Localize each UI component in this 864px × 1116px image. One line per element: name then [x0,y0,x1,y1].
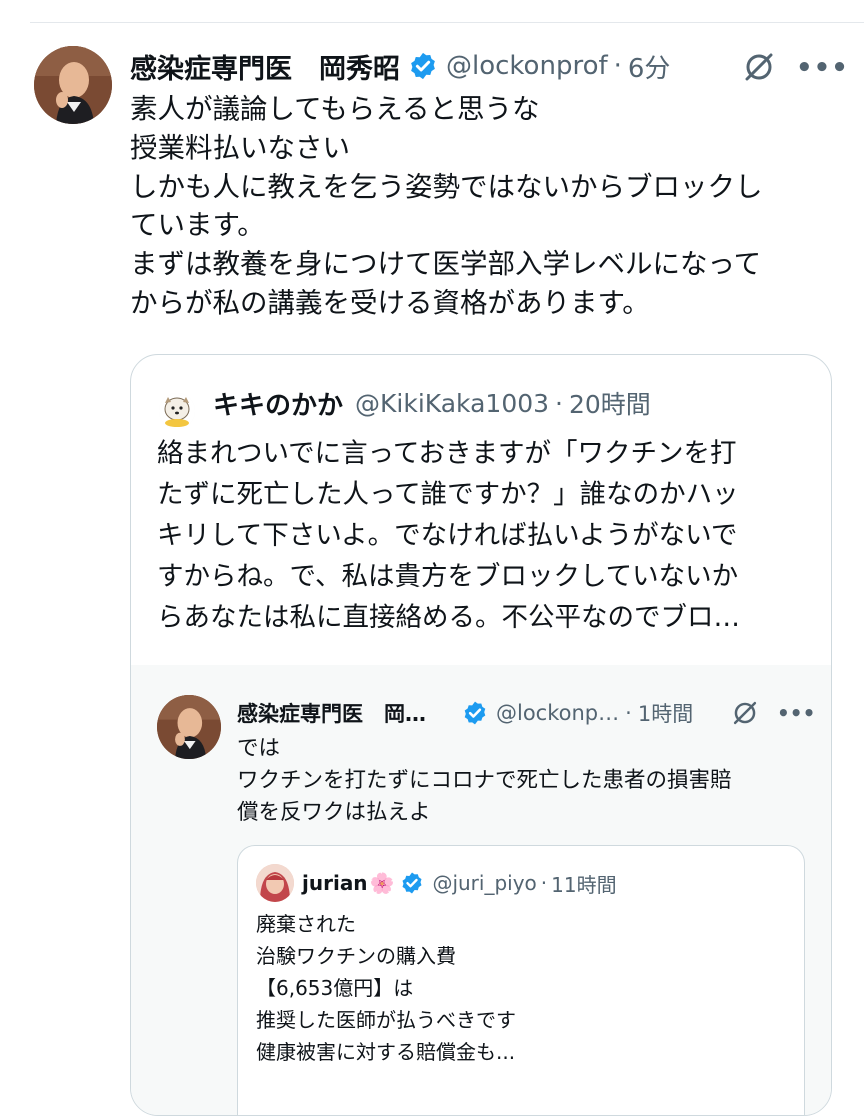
timestamp[interactable]: 6分 [628,48,671,85]
grok-icon[interactable] [731,699,759,727]
grok-icon[interactable] [742,50,776,84]
quoted-text-line: らあなたは私に直接絡める。不公平なのでブロ… [157,602,740,633]
tweet-header: 感染症専門医 岡秀昭 @lockonprof · 6分 [130,44,670,88]
quoted-text-line: たずに死亡した人って誰ですか？」誰なのかハッ [157,479,739,510]
tweet-text-line: しかも人に教えを乞う姿勢ではないからブロックし [130,170,763,203]
quoted-tweet-text: 絡まれついでに言っておきますが「ワクチンを打 たずに死亡した人って誰ですか？」誰… [157,433,817,638]
inner-tweet-text: では ワクチンを打たずにコロナで死亡した患者の損害賠 償を反ワクは払えよ [237,733,817,829]
quoted-text-line: すからね。で、私は貴方をブロックしていないか [157,561,739,592]
tweet-text-line: 素人が議論してもらえると思うな [130,93,540,125]
inner-author-name[interactable]: 感染症専門医 岡… [237,698,426,728]
tweet-text-line: ています。 [130,209,265,242]
quoted-author-handle[interactable]: @KikiKaka1003 [355,389,549,418]
inner-text-line: では [237,736,281,761]
nested-quoted-tweet[interactable]: jurian 🌸 @juri_piyo · 11時間 廃棄された 治験ワクチンの… [237,845,805,1115]
flower-emoji: 🌸 [369,871,395,895]
inner-tweet-header: 感染症専門医 岡… @lockonp… · 1時間 [237,695,693,731]
tweet-text-line: 授業料払いなさい [130,131,350,164]
separator-dot: · [613,51,622,81]
separator-dot: · [540,871,548,895]
quoted-author-name[interactable]: キキのかか [213,385,343,422]
quoted-tweet-card[interactable]: キキのかか @KikiKaka1003 · 20時間 絡まれついでに言っておきま… [130,354,832,1116]
nested-timestamp[interactable]: 11時間 [551,869,616,898]
tweet-text-line: まずは教養を身につけて医学部入学レベルになって [130,248,762,281]
nested-text-line: 【6,653億円】は [256,976,414,1000]
nested-author-name[interactable]: jurian [302,871,368,895]
nested-text-line: 廃棄された [256,912,356,936]
inner-text-line: 償を反ワクは払えよ [237,800,431,825]
avatar[interactable] [34,46,112,124]
author-handle[interactable]: @lockonprof [446,51,608,81]
more-options-icon[interactable]: ••• [777,703,815,723]
top-divider [30,22,864,23]
inner-timestamp[interactable]: 1時間 [638,698,693,728]
more-options-icon[interactable]: ••• [796,55,848,81]
inner-author-handle[interactable]: @lockonp… [496,701,619,725]
nested-tweet-header: jurian 🌸 @juri_piyo · 11時間 [302,866,617,900]
separator-dot: · [555,388,563,418]
inner-text-line: ワクチンを打たずにコロナで死亡した患者の損害賠 [237,768,732,793]
nested-text-line: 治験ワクチンの購入費 [256,944,456,968]
quoted-text-line: 絡まれついでに言っておきますが「ワクチンを打 [157,438,737,469]
verified-badge-icon [400,871,424,895]
author-name[interactable]: 感染症専門医 岡秀昭 [130,47,400,86]
nested-text-line: 健康被害に対する賠償金も... [256,1040,516,1064]
quoted-avatar[interactable] [159,393,195,429]
nested-avatar[interactable] [256,864,294,902]
inner-quoted-tweet[interactable]: 感染症専門医 岡… @lockonp… · 1時間 ••• では ワクチンを打た… [131,665,831,1115]
tweet-text-line: からが私の講義を受ける資格があります。 [130,286,650,319]
nested-author-handle[interactable]: @juri_piyo [432,871,536,895]
verified-badge-icon [462,700,488,726]
quoted-timestamp[interactable]: 20時間 [569,385,651,421]
inner-avatar[interactable] [157,695,221,759]
quoted-text-line: キリして下さいよ。でなければ払いようがないで [157,520,738,551]
separator-dot: · [625,701,632,725]
nested-text-line: 推奨した医師が払うべきです [256,1008,516,1032]
verified-badge-icon [408,51,438,81]
tweet-text: 素人が議論してもらえると思うな 授業料払いなさい しかも人に教えを乞う姿勢ではな… [130,90,830,323]
quoted-tweet-header: キキのかか @KikiKaka1003 · 20時間 [213,381,651,425]
nested-tweet-text: 廃棄された 治験ワクチンの購入費 【6,653億円】は 推奨した医師が払うべきで… [256,908,786,1068]
